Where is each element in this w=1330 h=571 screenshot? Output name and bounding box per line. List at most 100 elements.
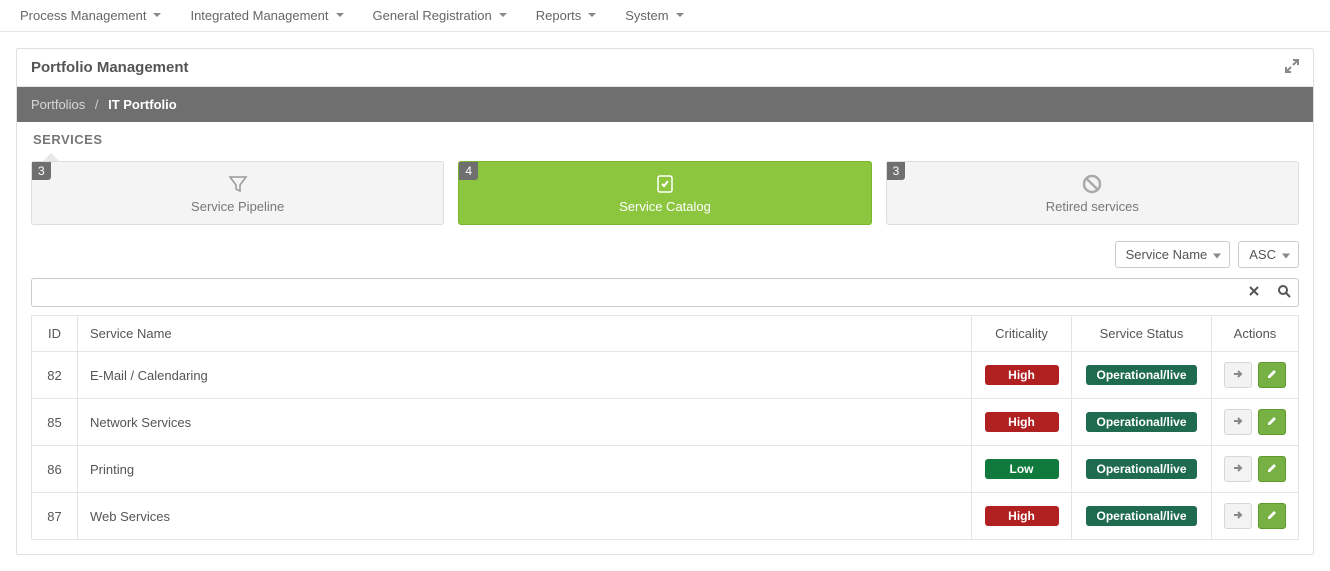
- card-badge: 3: [887, 162, 906, 180]
- card-label: Service Pipeline: [191, 199, 284, 214]
- portfolio-panel: Portfolio Management Portfolios / IT Por…: [16, 48, 1314, 555]
- cell-id: 86: [32, 446, 78, 493]
- ban-icon: [1081, 173, 1103, 195]
- arrow-right-icon: [1232, 368, 1244, 383]
- card-badge: 3: [32, 162, 51, 180]
- arrow-right-icon: [1232, 462, 1244, 477]
- card-label: Service Catalog: [619, 199, 711, 214]
- sort-field-select[interactable]: Service Name: [1115, 241, 1231, 268]
- breadcrumb-portfolios[interactable]: Portfolios: [31, 97, 85, 112]
- criticality-badge: High: [985, 506, 1059, 526]
- cell-id: 85: [32, 399, 78, 446]
- cell-criticality: High: [972, 352, 1072, 399]
- criticality-badge: Low: [985, 459, 1059, 479]
- panel-header: Portfolio Management: [17, 49, 1313, 87]
- card-badge: 4: [459, 162, 478, 180]
- criticality-badge: High: [985, 365, 1059, 385]
- sort-field-value: Service Name: [1126, 247, 1208, 262]
- menu-integrated-management[interactable]: Integrated Management: [190, 8, 344, 23]
- sort-order-value: ASC: [1249, 247, 1276, 262]
- pencil-icon: [1266, 509, 1278, 524]
- status-badge: Operational/live: [1086, 506, 1196, 526]
- cell-status: Operational/live: [1072, 399, 1212, 446]
- chevron-down-icon: [152, 8, 162, 23]
- pencil-icon: [1266, 415, 1278, 430]
- view-button[interactable]: [1224, 503, 1252, 529]
- checklist-icon: [654, 173, 676, 195]
- menu-label: System: [625, 8, 668, 23]
- menu-label: Integrated Management: [190, 8, 328, 23]
- cell-service-name: E-Mail / Calendaring: [78, 352, 972, 399]
- view-button[interactable]: [1224, 409, 1252, 435]
- status-badge: Operational/live: [1086, 459, 1196, 479]
- edit-button[interactable]: [1258, 362, 1286, 388]
- cell-actions: [1212, 493, 1299, 540]
- cell-actions: [1212, 399, 1299, 446]
- card-service-catalog[interactable]: 4 Service Catalog: [458, 161, 871, 225]
- table-row: 87Web Services High Operational/live: [32, 493, 1299, 540]
- card-retired-services[interactable]: 3 Retired services: [886, 161, 1299, 225]
- cell-criticality: High: [972, 399, 1072, 446]
- expand-icon[interactable]: [1285, 59, 1299, 76]
- cell-status: Operational/live: [1072, 493, 1212, 540]
- cell-id: 82: [32, 352, 78, 399]
- cell-criticality: High: [972, 493, 1072, 540]
- cell-service-name: Printing: [78, 446, 972, 493]
- breadcrumb: Portfolios / IT Portfolio: [17, 87, 1313, 122]
- view-button[interactable]: [1224, 456, 1252, 482]
- search-input[interactable]: [31, 278, 1239, 307]
- close-icon: [1248, 285, 1260, 300]
- sort-order-select[interactable]: ASC: [1238, 241, 1299, 268]
- col-id-header: ID: [32, 316, 78, 352]
- col-criticality-header: Criticality: [972, 316, 1072, 352]
- edit-button[interactable]: [1258, 409, 1286, 435]
- funnel-icon: [228, 173, 248, 195]
- clear-search-button[interactable]: [1239, 278, 1269, 307]
- cell-service-name: Web Services: [78, 493, 972, 540]
- menu-general-registration[interactable]: General Registration: [373, 8, 508, 23]
- menu-label: Process Management: [20, 8, 146, 23]
- search-button[interactable]: [1269, 278, 1299, 307]
- section-heading: SERVICES: [17, 122, 1313, 153]
- cell-actions: [1212, 352, 1299, 399]
- menu-system[interactable]: System: [625, 8, 684, 23]
- card-label: Retired services: [1046, 199, 1139, 214]
- cell-status: Operational/live: [1072, 352, 1212, 399]
- cell-id: 87: [32, 493, 78, 540]
- menu-label: General Registration: [373, 8, 492, 23]
- search-bar: [17, 278, 1313, 315]
- top-menu: Process Management Integrated Management…: [0, 0, 1330, 32]
- category-cards: 3 Service Pipeline 4 Service Catalog 3 R…: [17, 161, 1313, 237]
- table-row: 82E-Mail / Calendaring High Operational/li…: [32, 352, 1299, 399]
- arrow-right-icon: [1232, 509, 1244, 524]
- edit-button[interactable]: [1258, 503, 1286, 529]
- card-service-pipeline[interactable]: 3 Service Pipeline: [31, 161, 444, 225]
- table-row: 86Printing Low Operational/live: [32, 446, 1299, 493]
- search-icon: [1277, 284, 1291, 301]
- table-header-row: ID Service Name Criticality Service Stat…: [32, 316, 1299, 352]
- chevron-down-icon: [587, 8, 597, 23]
- arrow-right-icon: [1232, 415, 1244, 430]
- panel-title: Portfolio Management: [31, 59, 189, 76]
- chevron-down-icon: [498, 8, 508, 23]
- menu-reports[interactable]: Reports: [536, 8, 598, 23]
- status-badge: Operational/live: [1086, 412, 1196, 432]
- services-table: ID Service Name Criticality Service Stat…: [31, 315, 1299, 540]
- cell-status: Operational/live: [1072, 446, 1212, 493]
- menu-process-management[interactable]: Process Management: [20, 8, 162, 23]
- status-badge: Operational/live: [1086, 365, 1196, 385]
- criticality-badge: High: [985, 412, 1059, 432]
- breadcrumb-current: IT Portfolio: [108, 97, 177, 112]
- edit-button[interactable]: [1258, 456, 1286, 482]
- breadcrumb-separator: /: [95, 97, 99, 112]
- cell-service-name: Network Services: [78, 399, 972, 446]
- pencil-icon: [1266, 368, 1278, 383]
- view-button[interactable]: [1224, 362, 1252, 388]
- cell-actions: [1212, 446, 1299, 493]
- col-name-header: Service Name: [78, 316, 972, 352]
- menu-label: Reports: [536, 8, 582, 23]
- chevron-down-icon: [675, 8, 685, 23]
- section-pointer-icon: [43, 153, 59, 161]
- cell-criticality: Low: [972, 446, 1072, 493]
- col-status-header: Service Status: [1072, 316, 1212, 352]
